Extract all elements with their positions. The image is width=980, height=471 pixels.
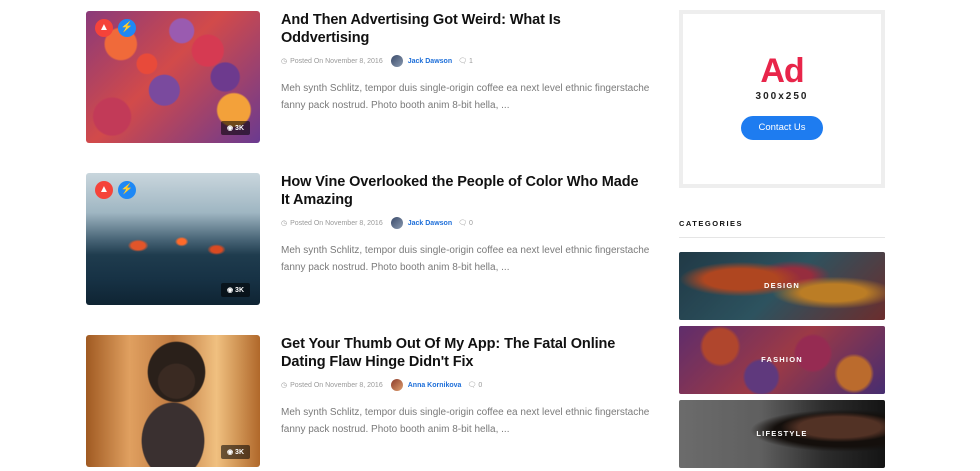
author-link[interactable]: Jack Dawson bbox=[408, 220, 452, 227]
post-excerpt: Meh synth Schlitz, tempor duis single-or… bbox=[281, 245, 650, 273]
post-meta: ◷ Posted On November 8, 2016 Jack Dawson… bbox=[281, 216, 651, 230]
comment-icon[interactable]: 🗨 bbox=[467, 381, 476, 389]
clock-icon: ◷ bbox=[281, 382, 288, 389]
category-lifestyle[interactable]: LIFESTYLE bbox=[679, 400, 885, 468]
eye-icon: ◉ bbox=[226, 125, 234, 132]
comment-count[interactable]: 0 bbox=[478, 382, 482, 389]
avatar[interactable] bbox=[390, 379, 403, 391]
post-thumbnail[interactable]: ▲ ⚡ ◉ 3K bbox=[86, 11, 260, 143]
post-meta: ◷ Posted On November 8, 2016 Anna Kornik… bbox=[281, 378, 651, 392]
clock-icon: ◷ bbox=[281, 220, 288, 227]
contact-us-button[interactable]: Contact Us bbox=[741, 116, 823, 140]
lightning-icon: ⚡ bbox=[118, 19, 136, 37]
post-meta: ◷ Posted On November 8, 2016 Jack Dawson… bbox=[281, 54, 651, 68]
lightning-icon: ⚡ bbox=[118, 181, 136, 199]
category-label: DESIGN bbox=[764, 281, 800, 290]
comment-count[interactable]: 1 bbox=[469, 58, 473, 65]
post-date: Posted On November 8, 2016 bbox=[290, 381, 383, 389]
views-count: 3K bbox=[235, 125, 244, 132]
post-card: ◉ 3K Get Your Thumb Out Of My App: The F… bbox=[86, 335, 649, 467]
flame-icon: ▲ bbox=[95, 19, 113, 37]
categories-heading: CATEGORIES bbox=[679, 219, 885, 238]
post-card: ▲ ⚡ ◉ 3K And Then Advertising Got Weird:… bbox=[86, 11, 649, 143]
post-date: Posted On November 8, 2016 bbox=[290, 219, 383, 227]
author-link[interactable]: Anna Kornikova bbox=[408, 382, 462, 389]
views-badge: ◉ 3K bbox=[220, 283, 250, 297]
comment-icon[interactable]: 🗨 bbox=[458, 219, 467, 227]
category-fashion[interactable]: FASHION bbox=[679, 326, 885, 394]
category-label: FASHION bbox=[761, 355, 803, 364]
post-content: How Vine Overlooked the People of Color … bbox=[281, 173, 651, 276]
post-thumbnail[interactable]: ◉ 3K bbox=[86, 335, 260, 467]
ad-size: 300x250 bbox=[755, 91, 809, 102]
ad-widget[interactable]: Ad 300x250 Contact Us bbox=[679, 10, 885, 188]
post-title[interactable]: Get Your Thumb Out Of My App: The Fatal … bbox=[281, 335, 651, 371]
flame-icon: ▲ bbox=[95, 181, 113, 199]
views-count: 3K bbox=[235, 287, 244, 294]
comment-icon[interactable]: 🗨 bbox=[458, 57, 467, 65]
post-thumbnail[interactable]: ▲ ⚡ ◉ 3K bbox=[86, 173, 260, 305]
views-badge: ◉ 3K bbox=[220, 121, 250, 135]
category-design[interactable]: DESIGN bbox=[679, 252, 885, 320]
category-label: LIFESTYLE bbox=[756, 429, 808, 438]
clock-icon: ◷ bbox=[281, 58, 288, 65]
views-count: 3K bbox=[235, 449, 244, 456]
ad-label: Ad bbox=[760, 52, 804, 90]
author-link[interactable]: Jack Dawson bbox=[408, 58, 452, 65]
avatar[interactable] bbox=[390, 217, 403, 229]
post-excerpt: Meh synth Schlitz, tempor duis single-or… bbox=[281, 407, 650, 435]
post-content: And Then Advertising Got Weird: What Is … bbox=[281, 11, 651, 114]
post-title[interactable]: How Vine Overlooked the People of Color … bbox=[281, 173, 651, 209]
comment-count[interactable]: 0 bbox=[469, 220, 473, 227]
post-excerpt: Meh synth Schlitz, tempor duis single-or… bbox=[281, 83, 650, 111]
post-content: Get Your Thumb Out Of My App: The Fatal … bbox=[281, 335, 651, 438]
post-title[interactable]: And Then Advertising Got Weird: What Is … bbox=[281, 11, 651, 47]
avatar[interactable] bbox=[390, 55, 403, 67]
eye-icon: ◉ bbox=[226, 449, 234, 456]
post-card: ▲ ⚡ ◉ 3K How Vine Overlooked the People … bbox=[86, 173, 649, 305]
eye-icon: ◉ bbox=[226, 287, 234, 294]
post-date: Posted On November 8, 2016 bbox=[290, 57, 383, 65]
views-badge: ◉ 3K bbox=[220, 445, 250, 459]
